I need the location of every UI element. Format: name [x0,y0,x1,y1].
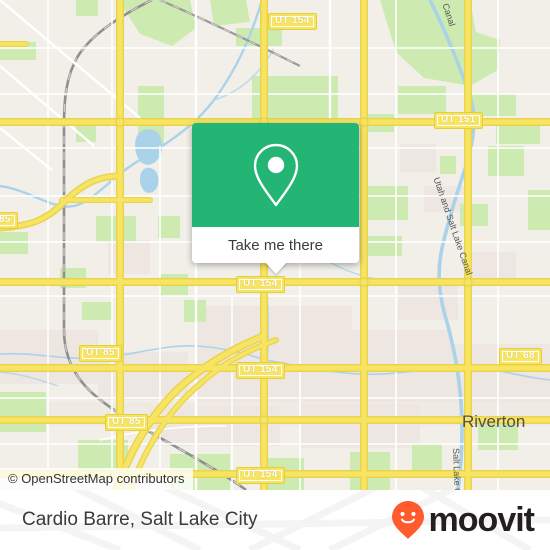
popup-pointer-tail [264,262,287,274]
shield-ut-154-lower: UT 154 [236,362,285,379]
shield-inner-border [239,365,282,376]
moovit-pin-icon [391,501,424,539]
shield-ut-68: UT 68 [499,348,542,365]
shield-inner-border [502,351,539,362]
shield-ut-154-top: UT 154 [268,13,317,30]
place-title: Cardio Barre, Salt Lake City [22,509,258,530]
shield-inner-border [239,470,282,481]
shield-inner-border [108,417,145,428]
popup-action-bar[interactable]: Take me there [192,227,359,263]
shield-inner-border [437,115,480,126]
osm-attribution[interactable]: © OpenStreetMap contributors [0,468,193,490]
shield-ut-151: UT 151 [434,112,483,129]
moovit-map-page: Riverton Canal Utah and Salt Lake Canal … [0,0,550,550]
shield-inner-border [239,279,282,290]
shield-inner-border [271,16,314,27]
shield-ut-154-mid: UT 154 [236,276,285,293]
location-popup-card[interactable]: Take me there [192,123,359,274]
shield-ut-85-upper: UT 85 [79,345,122,362]
take-me-there-button[interactable]: Take me there [228,237,323,254]
shield-ut-154-bottom: UT 154 [236,467,285,484]
moovit-wordmark: moovit [428,501,535,539]
map-label-riverton: Riverton [462,412,526,431]
shield-ut-85-lower: UT 85 [105,414,148,431]
moovit-brand[interactable]: moovit [391,490,535,550]
popup-marker-area [192,123,359,227]
page-footer: Cardio Barre, Salt Lake City moovit [0,490,550,550]
shield-inner-border [82,348,119,359]
shield-ut-85-edge: 85 [0,212,18,229]
map-pin-icon [253,143,298,207]
shield-inner-border [0,215,15,226]
